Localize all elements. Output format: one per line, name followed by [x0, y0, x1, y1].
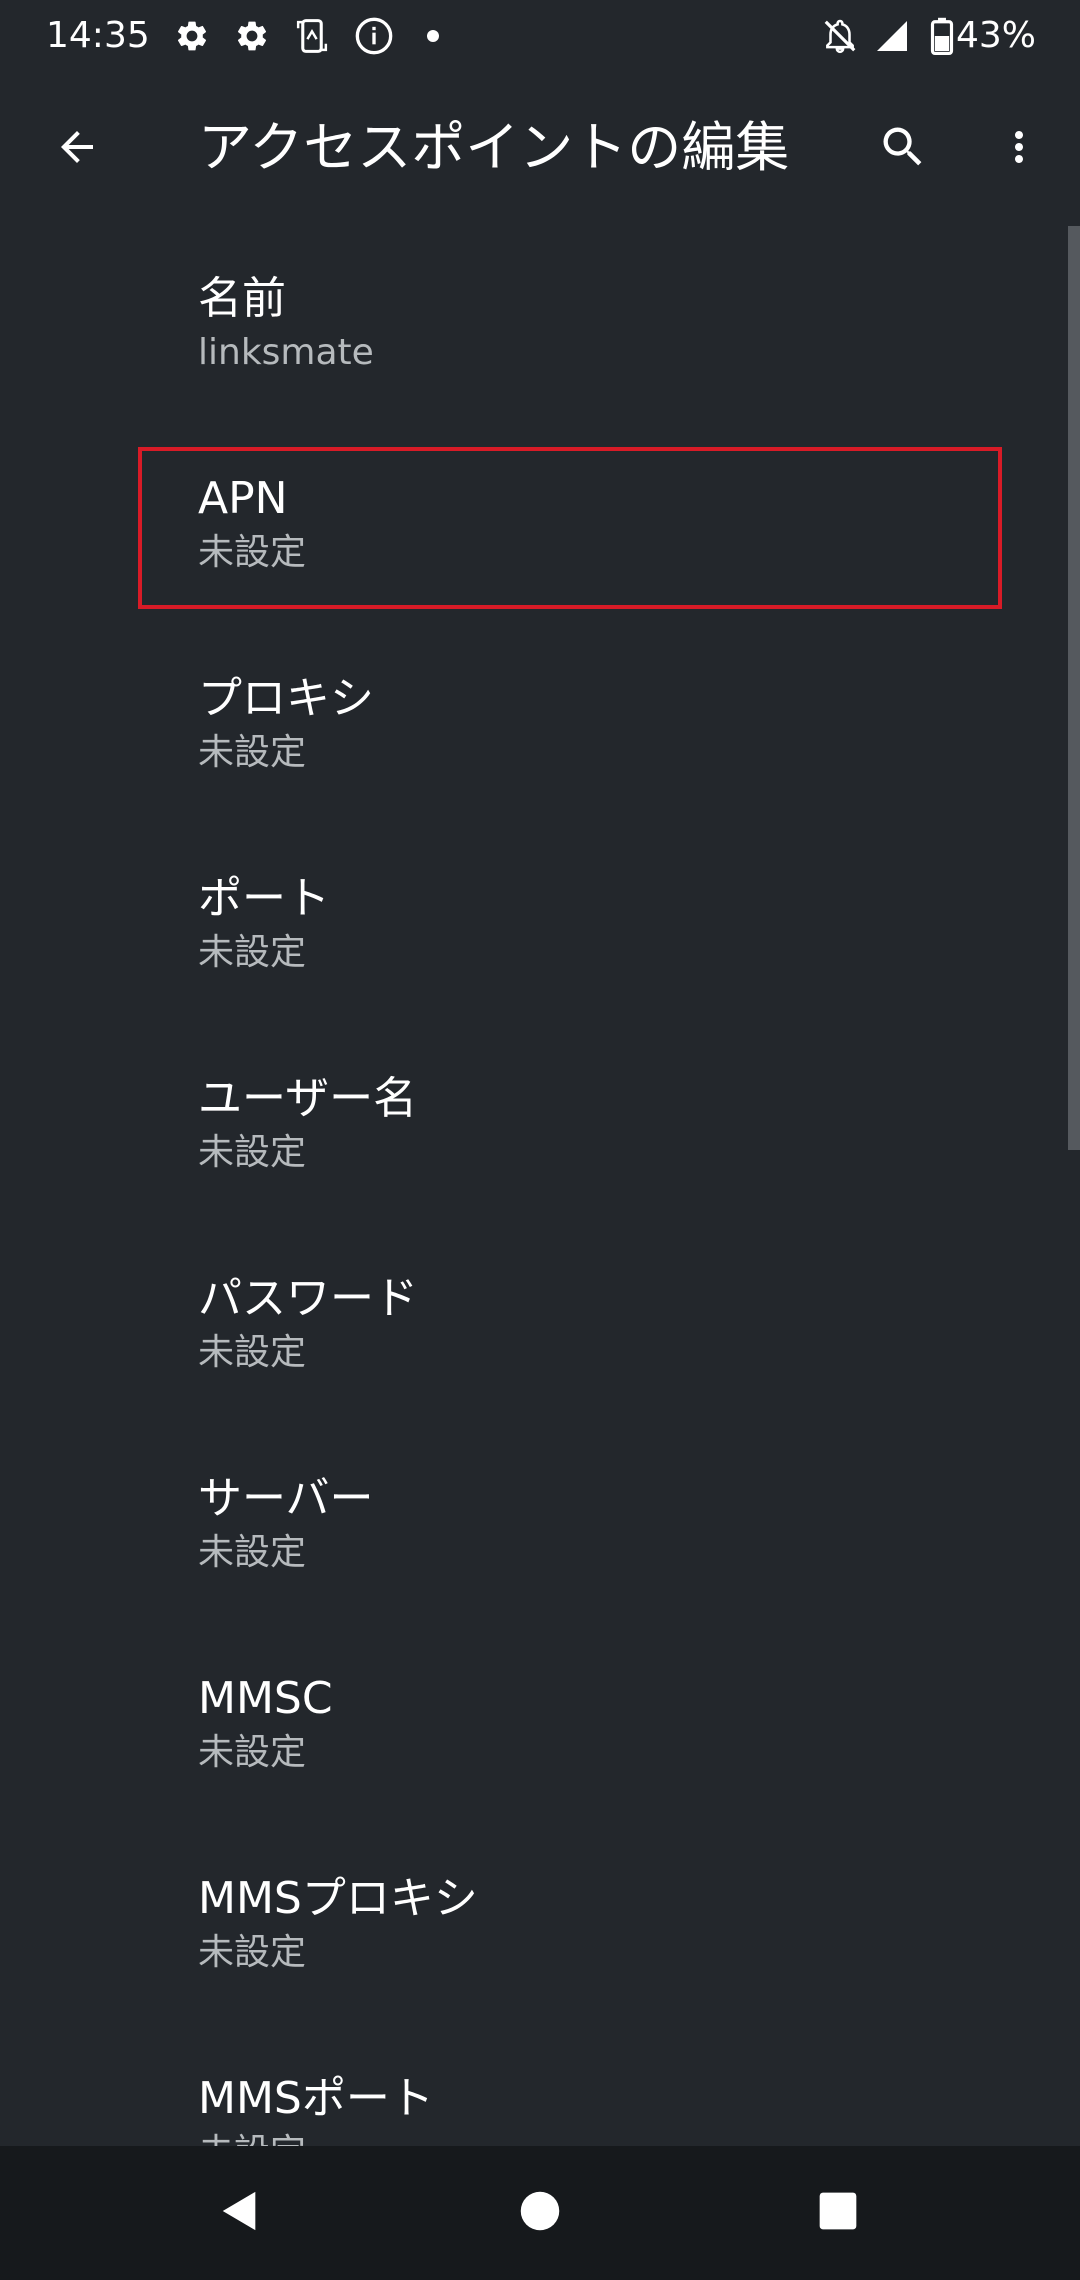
setting-item-username[interactable]: ユーザー名 未設定	[0, 1026, 1068, 1226]
setting-title: プロキシ	[198, 673, 374, 724]
setting-title: 名前	[198, 273, 286, 324]
app-bar: アクセスポイントの編集	[0, 72, 1080, 226]
setting-title: パスワード	[198, 1273, 418, 1324]
setting-item-mms-proxy[interactable]: MMSプロキシ 未設定	[0, 1826, 1068, 2026]
setting-summary: 未設定	[198, 1932, 307, 1973]
gear-icon	[170, 14, 214, 58]
setting-summary: 未設定	[198, 1332, 307, 1373]
more-options-button[interactable]	[964, 72, 1074, 226]
phone-screen-icon	[290, 14, 334, 58]
status-time: 14:35	[46, 15, 150, 56]
battery-percent: 43%	[955, 15, 1036, 56]
setting-summary: 未設定	[198, 1732, 307, 1773]
setting-title: サーバー	[198, 1473, 374, 1524]
setting-item-mmsc[interactable]: MMSC 未設定	[0, 1626, 1068, 1826]
arrow-back-icon	[53, 123, 101, 175]
gear-icon	[230, 14, 274, 58]
nav-recents-icon	[818, 2191, 858, 2235]
setting-item-port[interactable]: ポート 未設定	[0, 826, 1068, 1026]
nav-back-icon	[217, 2188, 263, 2238]
nav-home-icon	[519, 2190, 561, 2236]
setting-title: APN	[198, 473, 288, 524]
setting-title: MMSポート	[198, 2073, 434, 2124]
setting-summary: 未設定	[198, 1532, 307, 1573]
notifications-off-icon	[818, 14, 862, 58]
page-title: アクセスポイントの編集	[198, 116, 790, 179]
setting-summary: 未設定	[198, 2129, 306, 2146]
settings-list: 名前 linksmate APN 未設定 プロキシ 未設定 ポート 未設定 ユー…	[0, 226, 1080, 2146]
setting-summary: 未設定	[198, 932, 307, 973]
setting-title: MMSC	[198, 1673, 333, 1724]
more-vert-icon	[995, 123, 1043, 175]
setting-item-mms-port[interactable]: MMSポート 未設定	[0, 2026, 1068, 2146]
setting-item-server[interactable]: サーバー 未設定	[0, 1426, 1068, 1626]
nav-home-button[interactable]	[460, 2146, 620, 2280]
setting-summary: 未設定	[198, 1132, 307, 1173]
dot-icon	[418, 14, 448, 58]
signal-icon	[870, 14, 914, 58]
setting-summary: 未設定	[198, 732, 307, 773]
nav-recents-button[interactable]	[758, 2146, 918, 2280]
back-button[interactable]	[22, 72, 132, 226]
setting-summary: linksmate	[198, 332, 374, 373]
setting-item-apn[interactable]: APN 未設定	[0, 426, 1068, 626]
setting-summary: 未設定	[198, 532, 307, 573]
setting-title: ポート	[198, 873, 330, 924]
search-button[interactable]	[848, 72, 958, 226]
setting-item-password[interactable]: パスワード 未設定	[0, 1226, 1068, 1426]
setting-title: ユーザー名	[198, 1073, 418, 1124]
scrollbar[interactable]	[1068, 226, 1080, 1150]
search-icon	[877, 121, 929, 177]
nav-back-button[interactable]	[160, 2146, 320, 2280]
status-bar: 14:35 43%	[0, 0, 1080, 72]
setting-item-name[interactable]: 名前 linksmate	[0, 226, 1068, 426]
setting-title: MMSプロキシ	[198, 1873, 478, 1924]
navigation-bar	[0, 2146, 1080, 2280]
info-icon	[352, 14, 396, 58]
setting-item-proxy[interactable]: プロキシ 未設定	[0, 626, 1068, 826]
